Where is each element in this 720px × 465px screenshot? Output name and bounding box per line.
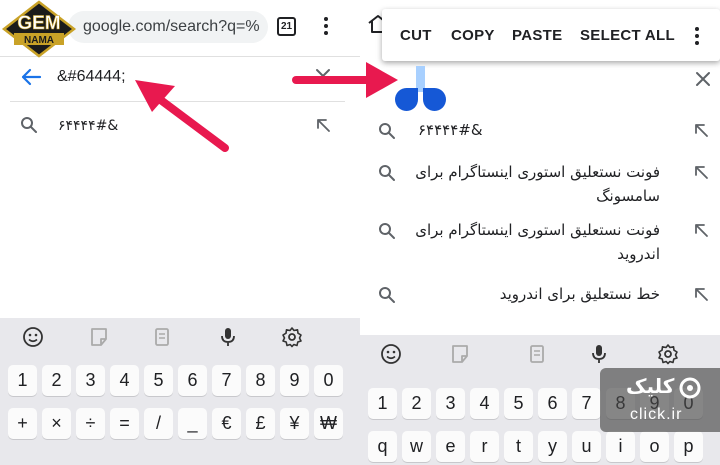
watermark-title: کلیک	[626, 374, 675, 398]
logo-line1: GEM	[17, 13, 60, 34]
watermark-logo-icon	[679, 377, 701, 399]
gemnama-logo: GEM NAMA	[0, 0, 78, 58]
red-arrow-right-icon	[292, 62, 398, 98]
watermark-domain: click.ir	[630, 406, 683, 423]
red-arrow-left-icon	[135, 80, 229, 152]
logo-line2: NAMA	[24, 35, 54, 46]
click-watermark: کلیک click.ir	[600, 368, 720, 432]
